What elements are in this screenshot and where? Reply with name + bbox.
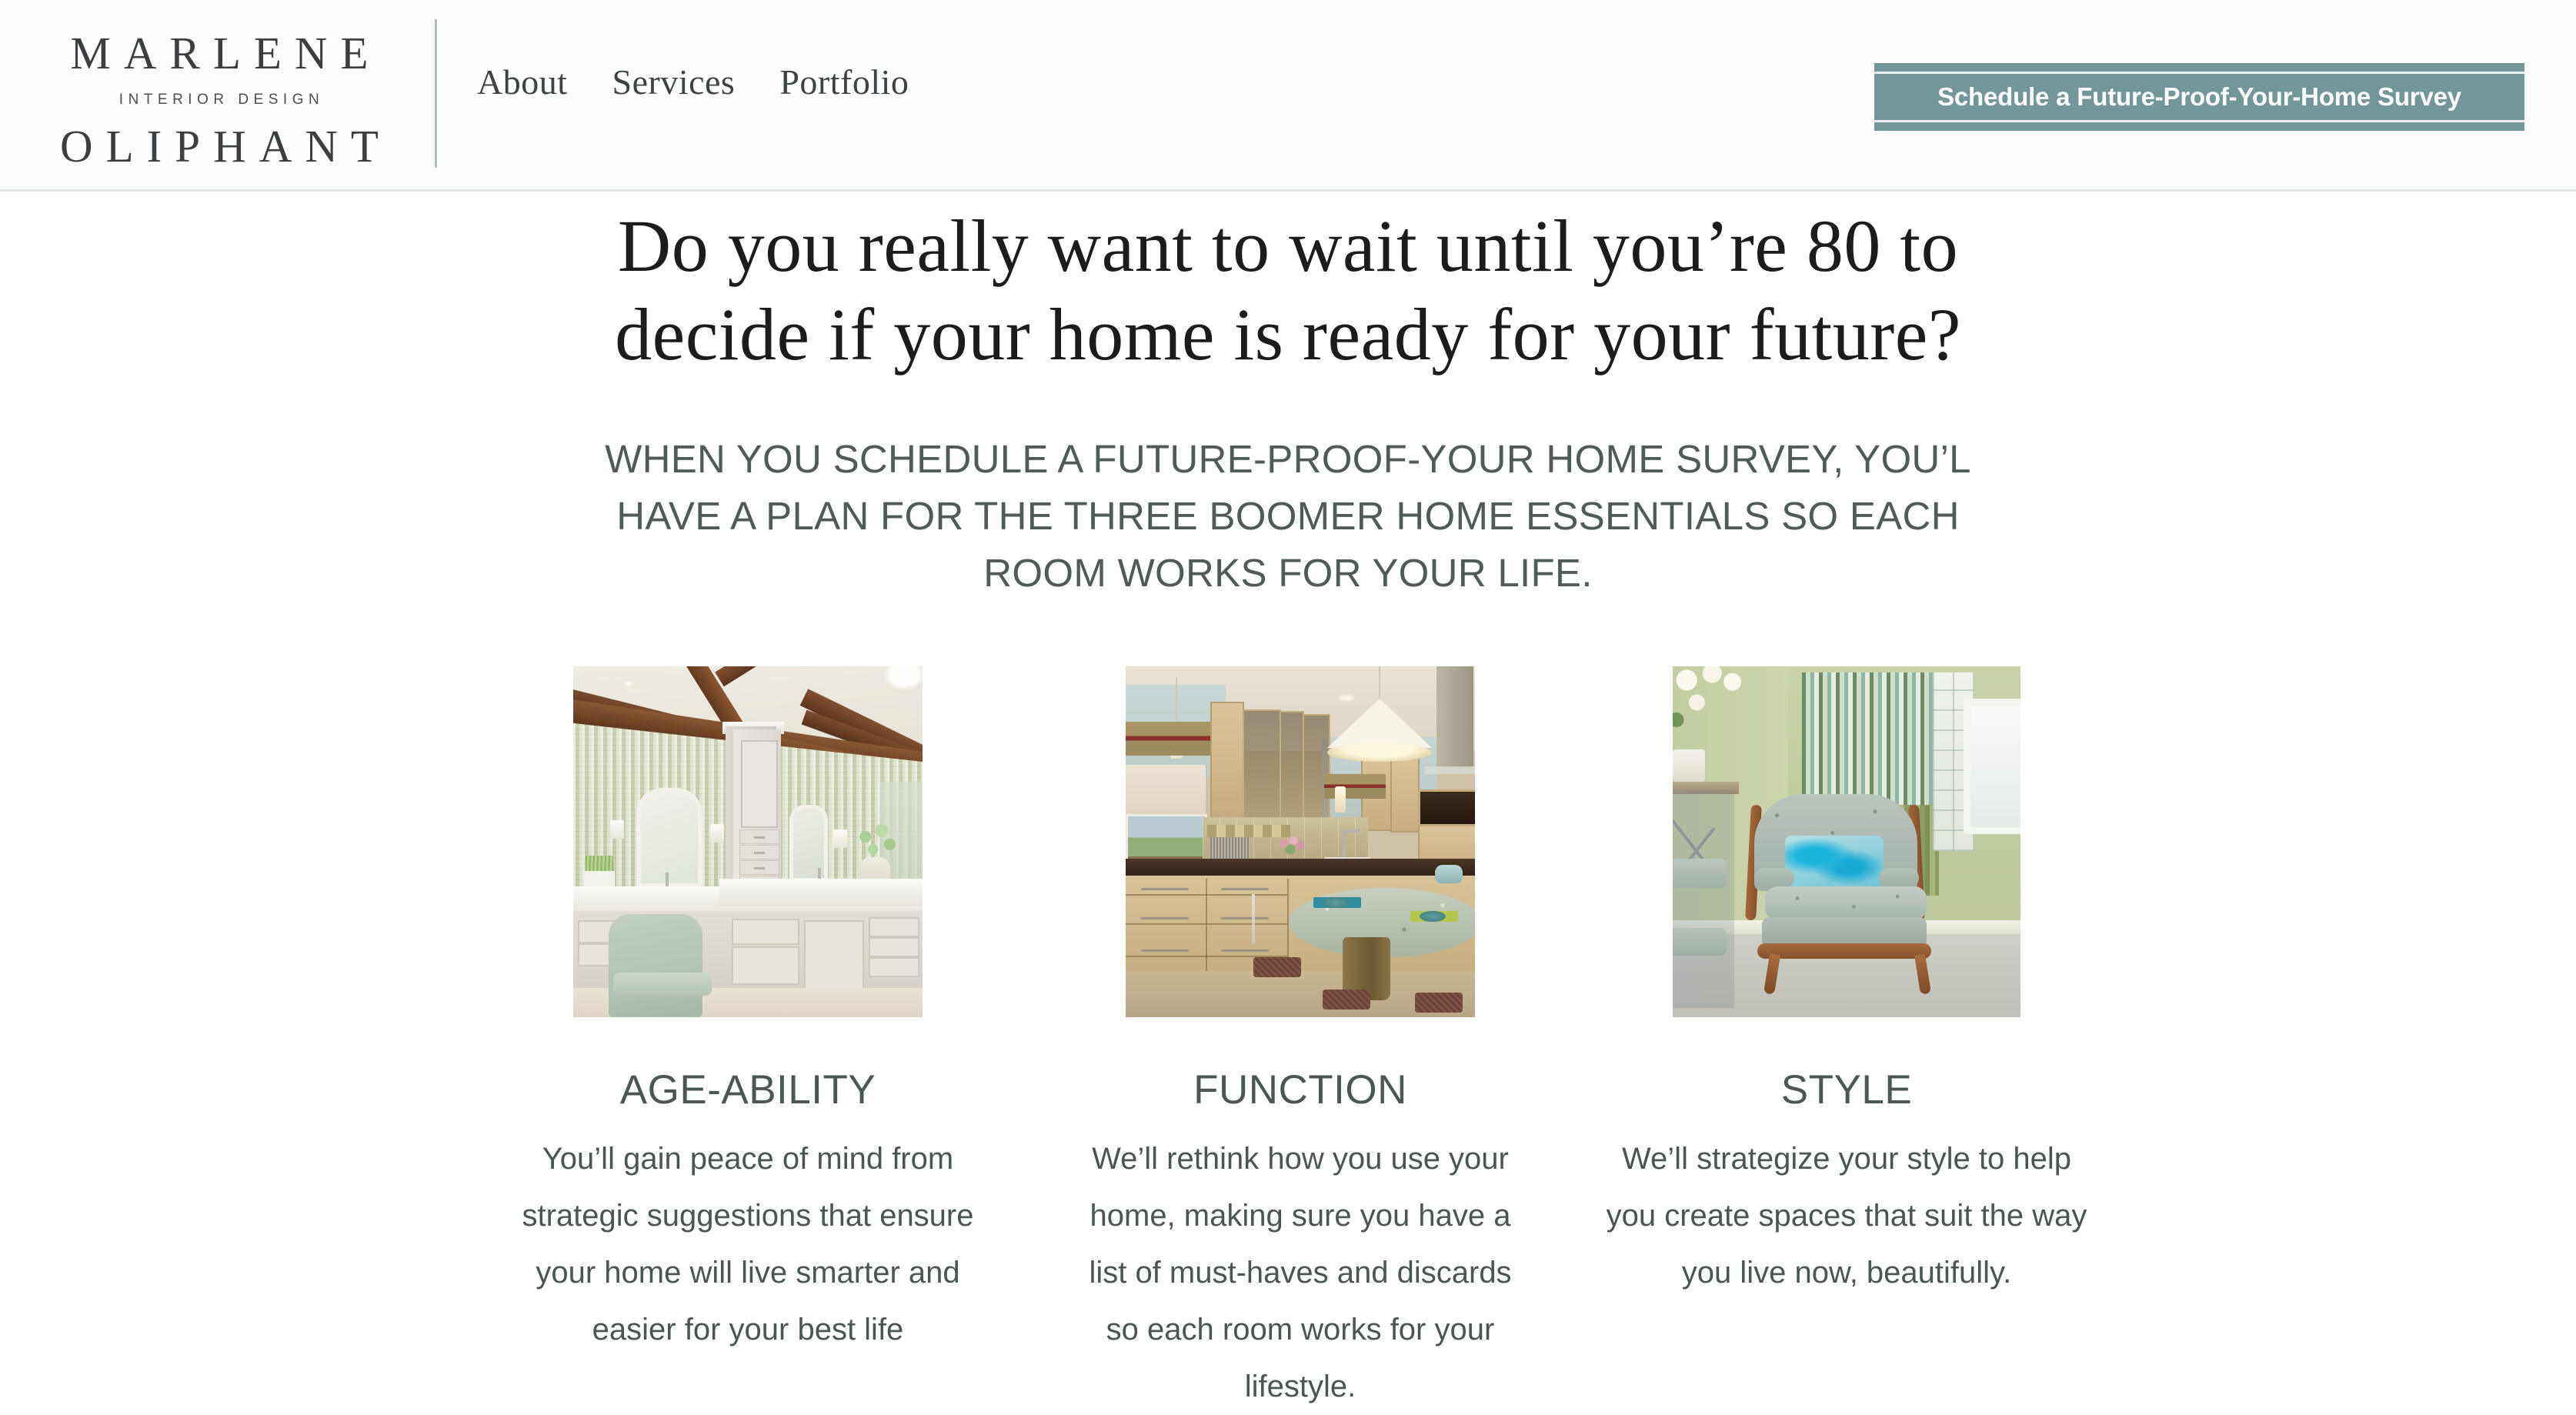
feature-columns: AGE-ABILITY You’ll gain peace of mind fr… (0, 666, 2576, 1403)
column-body-style: We’ll strategize your style to help you … (1606, 1142, 2087, 1290)
column-body-age-ability: You’ll gain peace of mind from strategic… (522, 1142, 974, 1347)
page-headline: Do you really want to wait until you’re … (0, 202, 2576, 379)
armchair-photo (1673, 666, 2020, 1017)
column-body-function: We’ll rethink how you use your home, mak… (1089, 1142, 1512, 1403)
nav-item-about[interactable]: About (477, 62, 568, 102)
kitchen-photo (1126, 666, 1475, 1017)
logo-tagline: INTERIOR DESIGN (118, 92, 325, 108)
headline-line-1: Do you really want to wait until you’re … (617, 205, 1959, 287)
feature-column-age-ability: AGE-ABILITY You’ll gain peace of mind fr… (467, 666, 1029, 1358)
subhead-line-2: HAVE A PLAN FOR THE THREE BOOMER HOME ES… (616, 494, 1960, 538)
page-subheadline: WHEN YOU SCHEDULE A FUTURE-PROOF-YOUR HO… (0, 431, 2576, 602)
main-navigation: About Services Portfolio (477, 62, 909, 102)
logo-last-name: OLIPHANT (60, 121, 392, 172)
header-vertical-divider (435, 19, 437, 168)
column-title-style: STYLE (1780, 1067, 1913, 1113)
column-title-age-ability: AGE-ABILITY (619, 1067, 876, 1113)
headline-line-2: decide if your home is ready for your fu… (615, 293, 1961, 375)
nav-item-services[interactable]: Services (612, 62, 736, 102)
site-logo[interactable]: MARLENE INTERIOR DESIGN OLIPHANT (38, 14, 400, 177)
column-title-function: FUNCTION (1193, 1067, 1407, 1113)
feature-column-style: STYLE We’ll strategize your style to hel… (1566, 666, 2127, 1301)
subhead-line-3: ROOM WORKS FOR YOUR LIFE. (983, 551, 1593, 595)
nav-item-portfolio[interactable]: Portfolio (779, 62, 909, 102)
feature-column-function: FUNCTION We’ll rethink how you use your … (1019, 666, 1581, 1415)
subhead-line-1: WHEN YOU SCHEDULE A FUTURE-PROOF-YOUR HO… (605, 437, 1971, 481)
cta-label: Schedule a Future-Proof-Your-Home Survey (1937, 82, 2461, 111)
bathroom-photo (573, 666, 923, 1017)
schedule-survey-button[interactable]: Schedule a Future-Proof-Your-Home Survey (1874, 63, 2524, 131)
logo-first-name: MARLENE (70, 28, 382, 78)
site-header: MARLENE INTERIOR DESIGN OLIPHANT About S… (0, 0, 2576, 192)
